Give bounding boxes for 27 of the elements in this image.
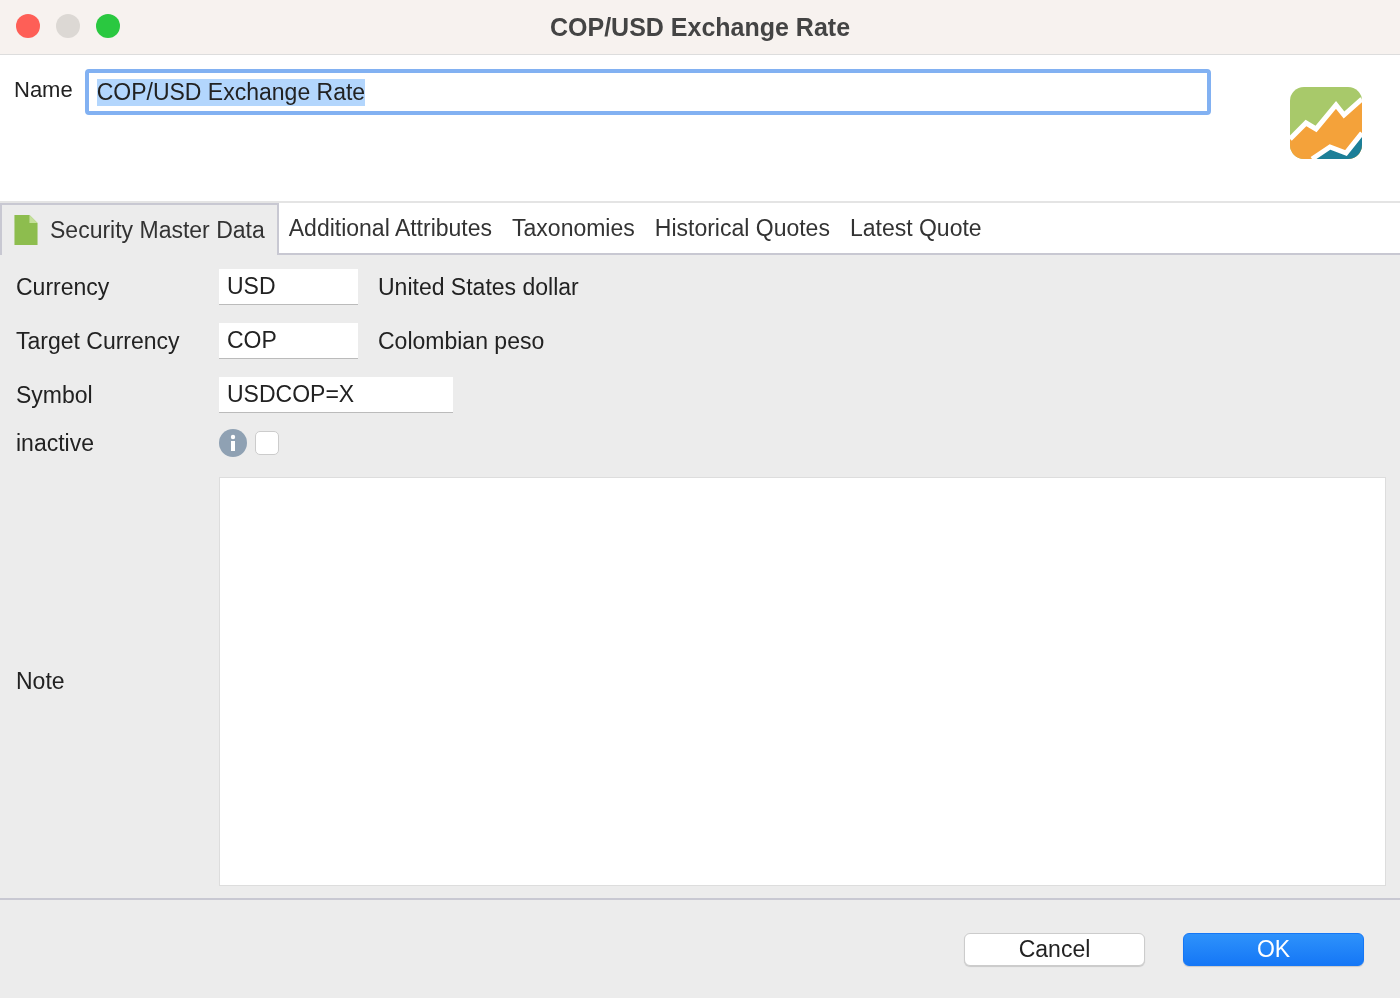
field-label: Note — [16, 668, 66, 695]
field-label: Target Currency — [16, 327, 181, 355]
info-icon[interactable] — [219, 429, 247, 457]
checkbox[interactable] — [255, 431, 279, 455]
minimize-button[interactable] — [56, 14, 80, 38]
field-description: United States dollar — [378, 273, 579, 301]
field-label: inactive — [16, 429, 95, 457]
field-label: Symbol — [16, 381, 94, 409]
name-label: Name — [14, 77, 73, 103]
text-field[interactable]: USD — [219, 269, 358, 305]
tab[interactable]: Security Master Data — [0, 203, 279, 255]
field-label: Currency — [16, 273, 111, 301]
tab[interactable]: Historical Quotes — [644, 203, 840, 253]
text-field[interactable]: COP — [219, 323, 358, 359]
cancel-button[interactable]: Cancel — [964, 932, 1145, 966]
field-description: Colombian peso — [378, 327, 545, 355]
ok-button[interactable]: OK — [1183, 932, 1364, 966]
tab[interactable]: Additional Attributes — [278, 203, 503, 253]
window-title: COP/USD Exchange Rate — [549, 12, 851, 42]
tab[interactable]: Latest Quote — [839, 203, 992, 253]
document-icon — [14, 215, 38, 245]
note-text-area[interactable] — [219, 477, 1386, 886]
zoom-button[interactable] — [96, 14, 120, 38]
name-field[interactable]: COP/USD Exchange Rate — [84, 69, 1211, 115]
close-button[interactable] — [16, 14, 40, 38]
tab[interactable]: Taxonomies — [502, 203, 645, 253]
text-field[interactable]: USDCOP=X — [219, 377, 453, 413]
